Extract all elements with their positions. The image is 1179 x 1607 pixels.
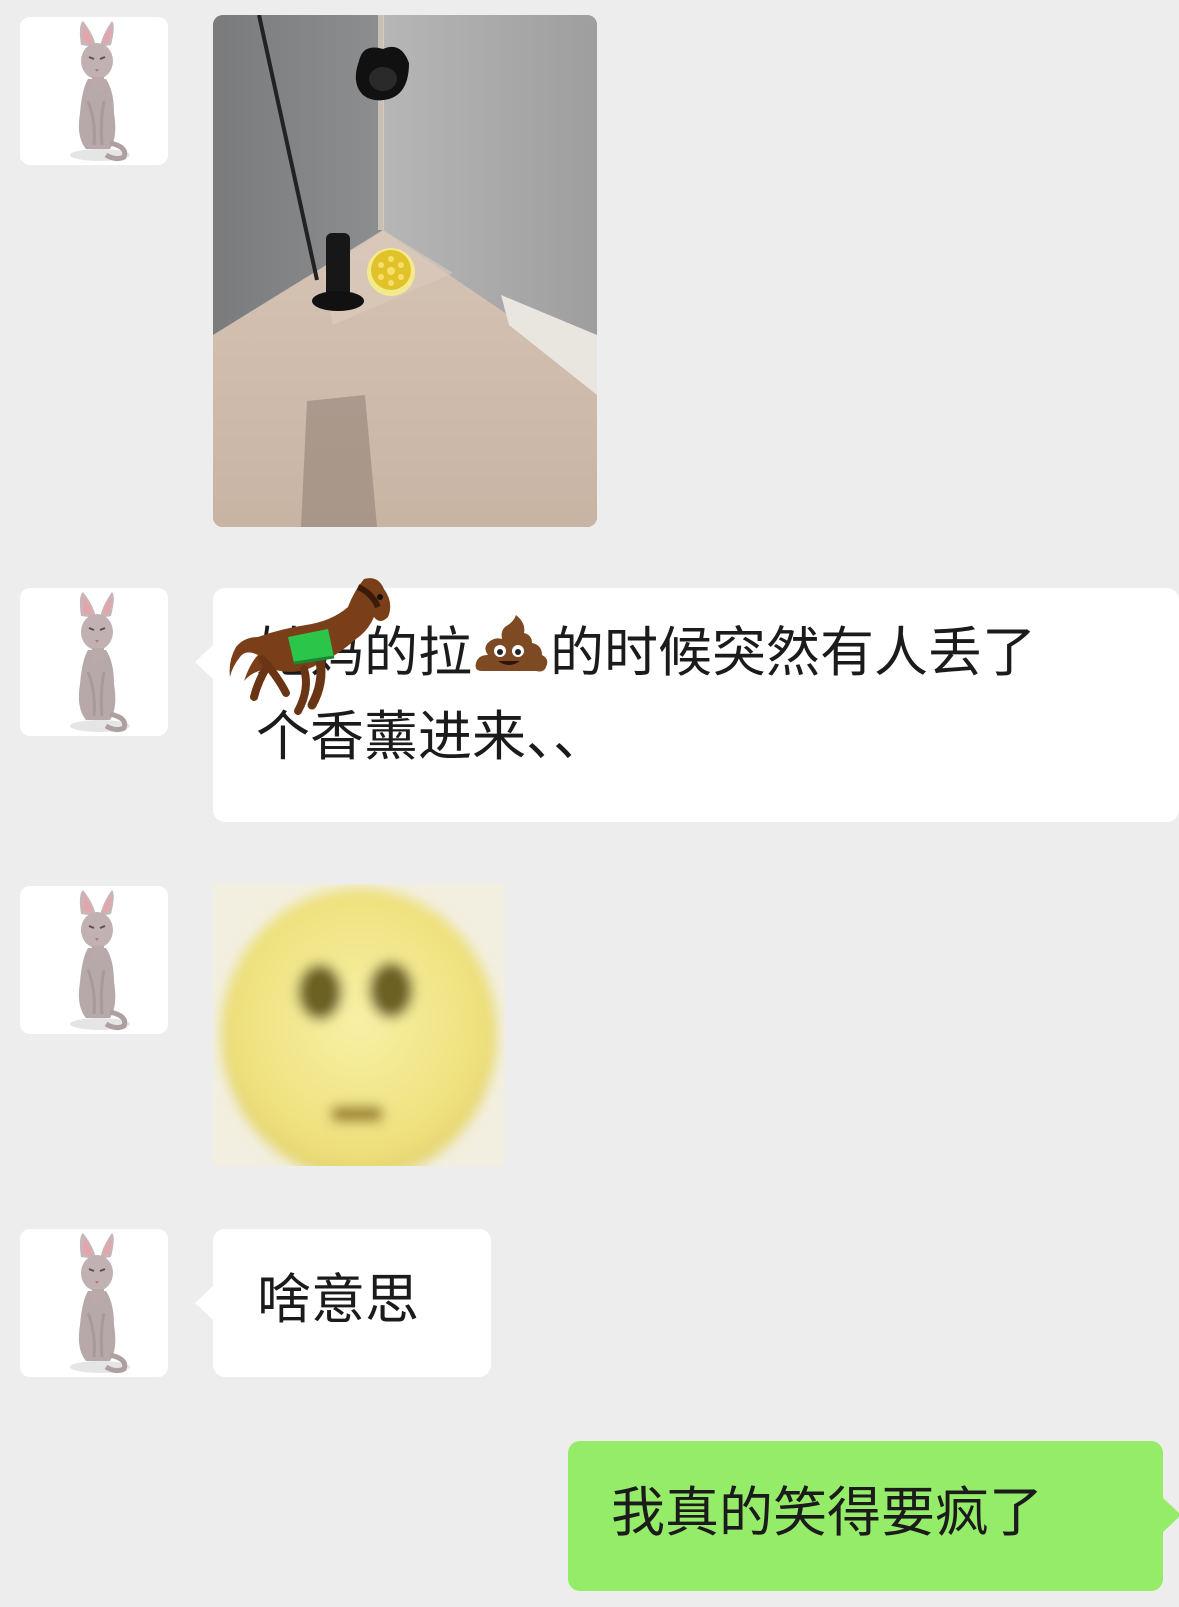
avatar[interactable] <box>20 1229 168 1377</box>
image-message-bathroom[interactable] <box>213 15 597 527</box>
poop-emoji <box>472 613 550 698</box>
avatar[interactable] <box>20 588 168 736</box>
message-bubble-sent[interactable]: 我真的笑得要疯了 <box>568 1441 1179 1591</box>
message-text: 她妈的拉 的时候突然有人丢了 个香薰进来、、 <box>256 613 1036 776</box>
flushed-face-sticker[interactable] <box>213 884 505 1166</box>
message-text-part: 她妈的拉 <box>256 621 472 684</box>
message-text: 我真的笑得要疯了 <box>611 1481 1043 1544</box>
message-text-part: 个香薰进来、、 <box>256 705 607 768</box>
avatar[interactable] <box>20 17 168 165</box>
message-bubble[interactable]: 她妈的拉 的时候突然有人丢了 个香薰进来、、 <box>195 588 1179 822</box>
message-text-part: 的时候突然有人丢了 <box>550 621 1036 684</box>
avatar[interactable] <box>20 886 168 1034</box>
message-text: 啥意思 <box>257 1268 419 1331</box>
message-bubble[interactable]: 啥意思 <box>195 1229 491 1377</box>
